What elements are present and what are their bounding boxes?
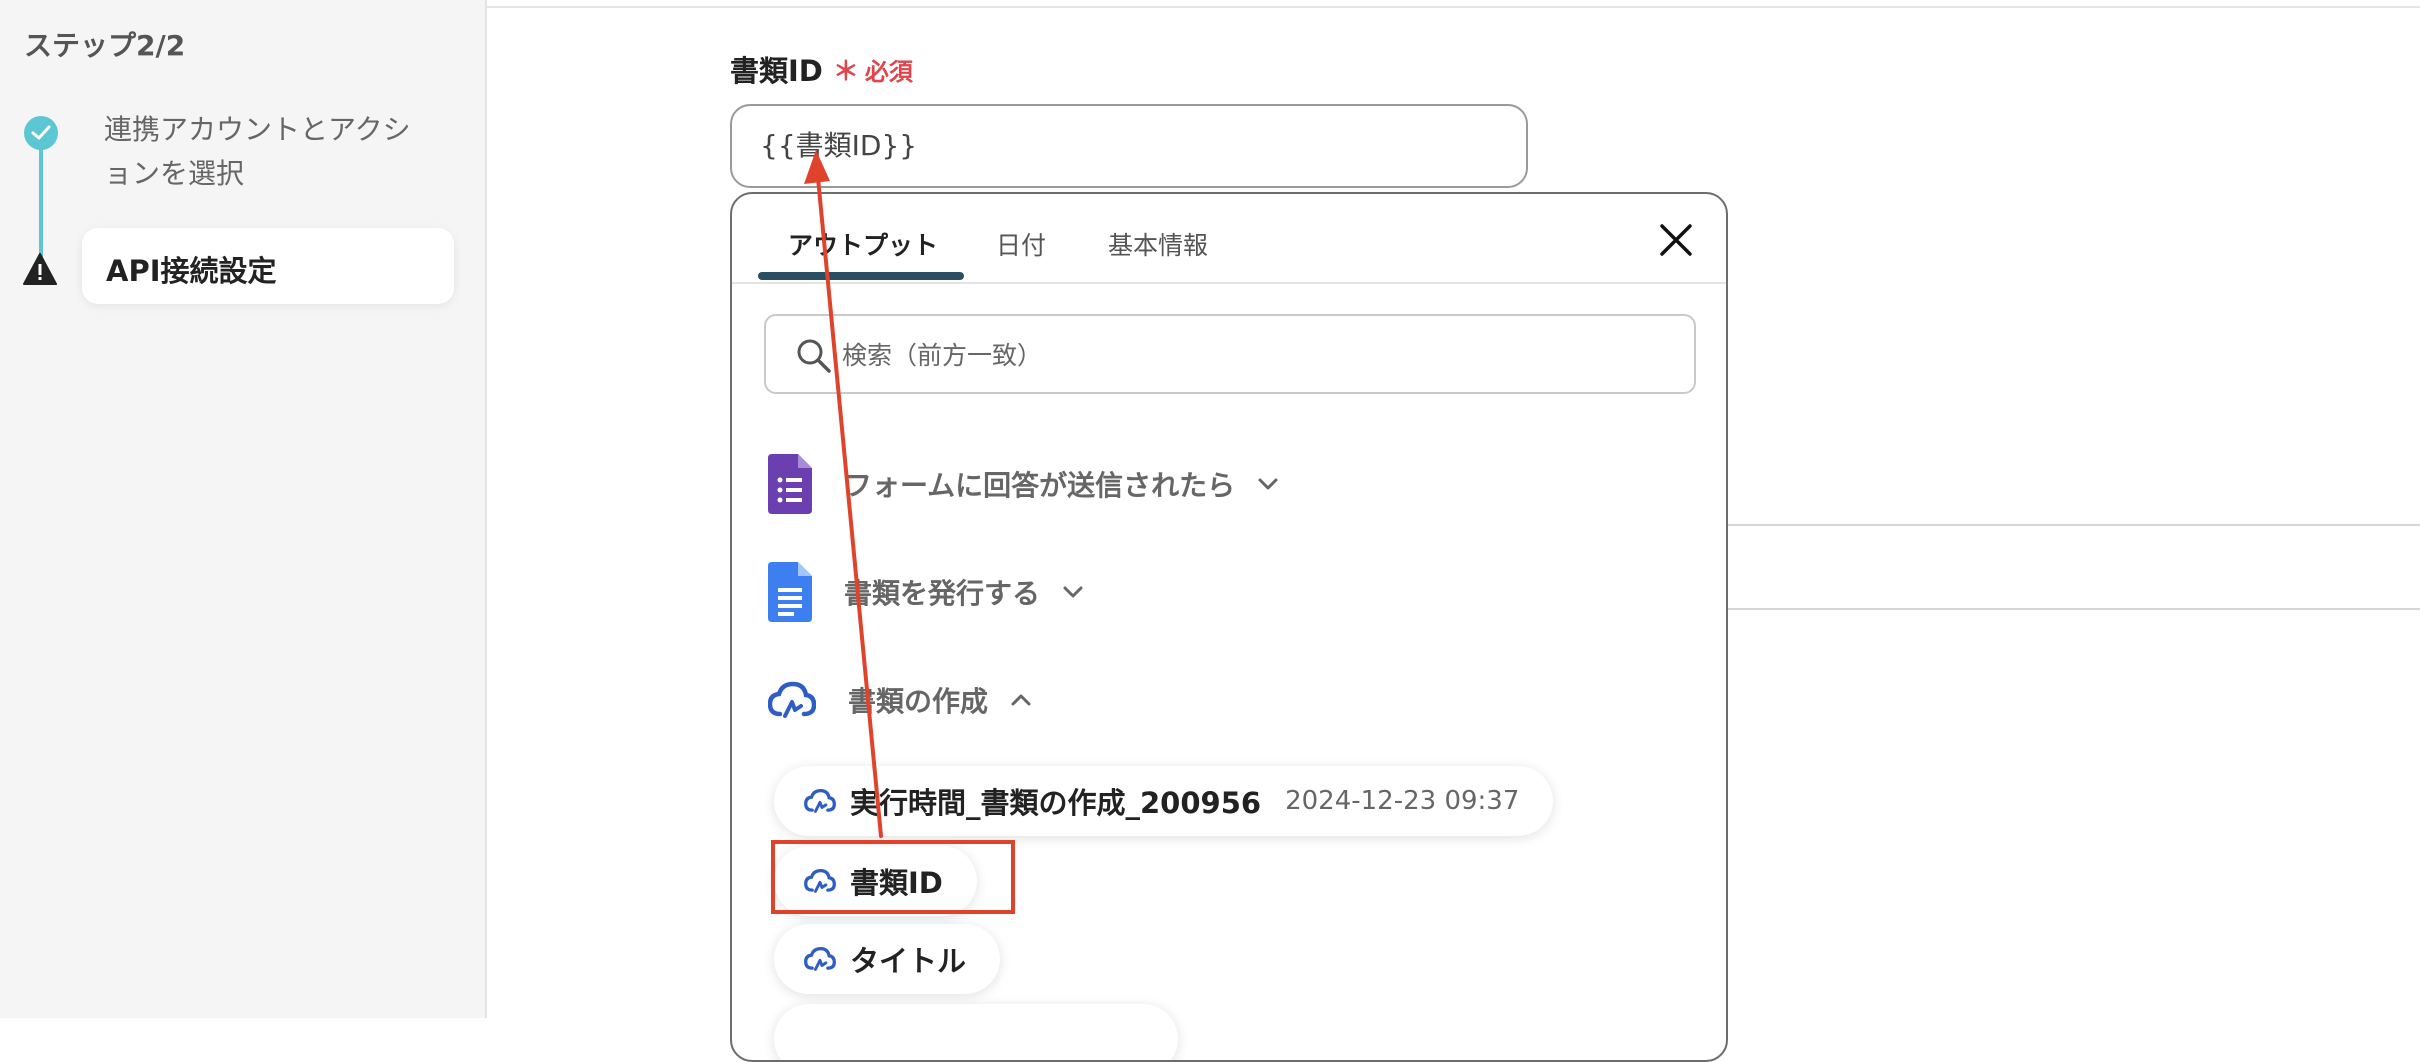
annotation-arrow: [804, 150, 883, 838]
